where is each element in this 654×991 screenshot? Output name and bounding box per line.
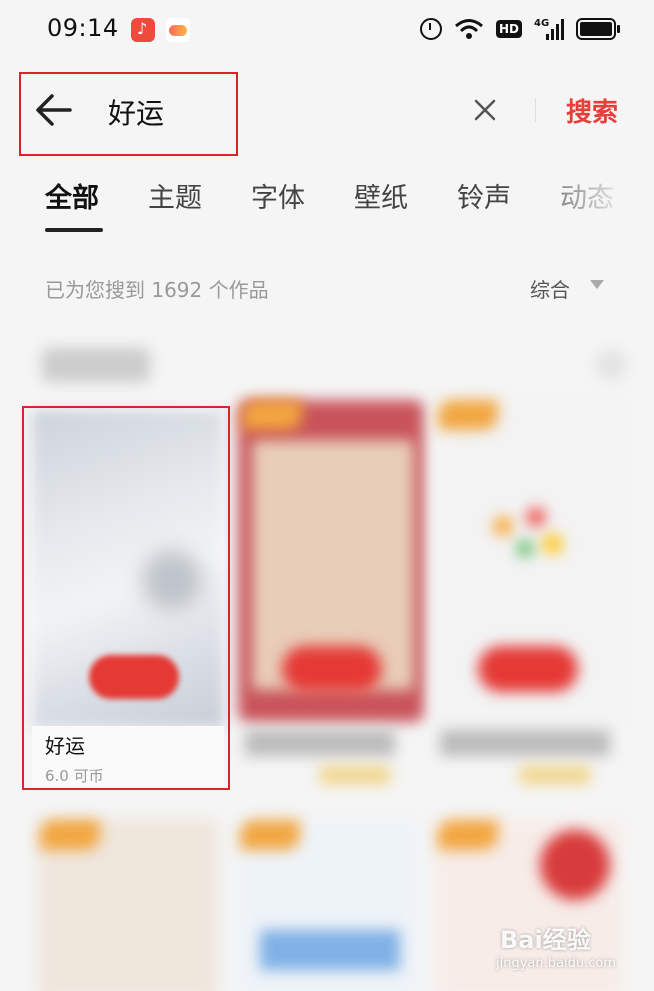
card-thumbnail-decoration xyxy=(540,830,610,900)
status-time: 09:14 xyxy=(47,14,119,42)
card-thumbnail-decoration xyxy=(260,930,400,970)
active-tab-indicator xyxy=(45,228,103,232)
card-title-blurred xyxy=(245,730,395,756)
card-apply-button[interactable] xyxy=(478,646,578,692)
card-badge xyxy=(438,820,498,850)
search-button[interactable]: 搜索 xyxy=(566,92,618,129)
card-thumbnail xyxy=(470,490,580,580)
card-price-blurred xyxy=(320,766,390,784)
result-count: 已为您搜到 1692 个作品 xyxy=(45,278,269,302)
category-tabs: 全部 主题 字体 壁纸 铃声 动态 xyxy=(0,170,654,230)
more-icon[interactable] xyxy=(596,350,626,380)
highlight-box-search xyxy=(19,72,238,156)
watermark-url: jingyan.baidu.com xyxy=(496,956,616,971)
tab-wallpapers[interactable]: 壁纸 xyxy=(354,176,408,215)
tab-themes[interactable]: 主题 xyxy=(148,176,202,215)
status-icons: HD 4G xyxy=(419,16,620,42)
clear-search-icon[interactable] xyxy=(470,95,500,125)
card-title-blurred xyxy=(440,730,610,756)
card-price-blurred xyxy=(520,766,590,784)
hd-icon: HD xyxy=(495,20,522,38)
card-badge xyxy=(240,820,300,850)
card-badge xyxy=(40,820,100,850)
section-heading-blurred xyxy=(42,348,150,382)
watermark-logo: Bai经验 xyxy=(500,926,591,954)
caret-down-icon[interactable] xyxy=(590,280,604,289)
card-apply-button[interactable] xyxy=(282,646,382,692)
sort-dropdown[interactable]: 综合 xyxy=(530,274,570,303)
card-badge xyxy=(438,400,498,430)
status-bar: 09:14 HD 4G xyxy=(0,0,654,62)
search-divider xyxy=(535,98,536,122)
tab-fonts[interactable]: 字体 xyxy=(251,176,305,215)
highlight-box-result xyxy=(22,406,230,790)
tab-ringtones[interactable]: 铃声 xyxy=(457,176,511,215)
network-type-label: 4G xyxy=(534,18,549,29)
battery-icon xyxy=(576,18,620,40)
game-app-icon xyxy=(166,18,190,42)
tab-all[interactable]: 全部 xyxy=(45,176,99,215)
music-app-icon xyxy=(131,18,155,42)
signal-icon: 4G xyxy=(534,18,564,40)
wifi-icon xyxy=(455,19,483,39)
alarm-icon xyxy=(419,18,442,40)
tab-scroll-fade xyxy=(560,176,654,222)
card-badge xyxy=(242,400,302,430)
